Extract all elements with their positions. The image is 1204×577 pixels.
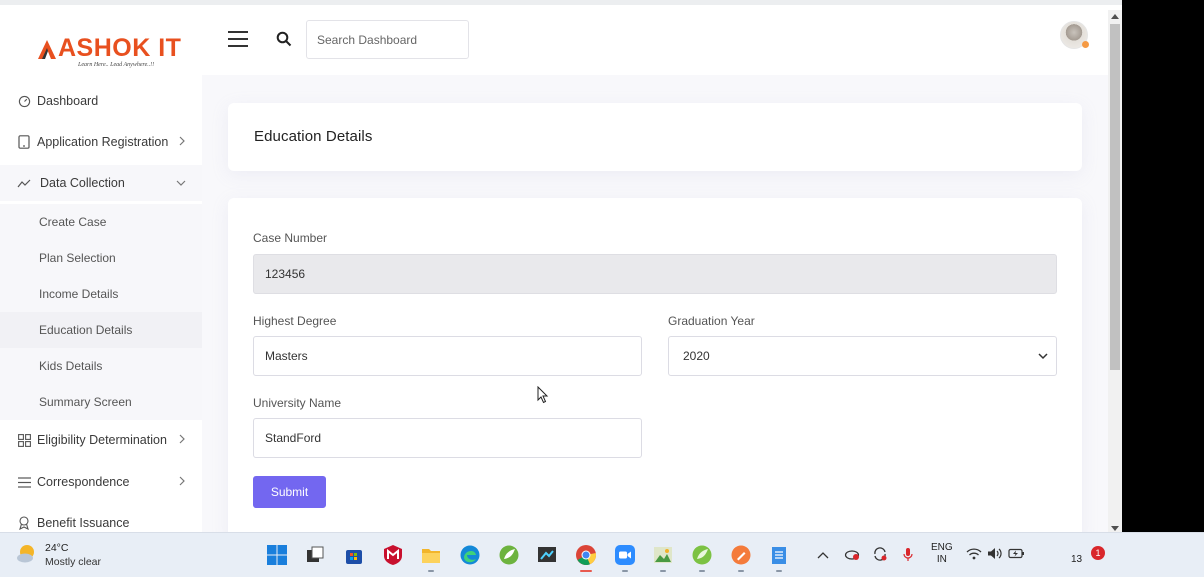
sidebar-item-label: Benefit Issuance — [37, 516, 130, 530]
paint-app-icon[interactable] — [652, 544, 674, 566]
page-title-card: Education Details — [228, 103, 1082, 171]
volume-icon[interactable] — [987, 547, 1003, 560]
award-icon — [17, 516, 31, 530]
onedrive-sync-icon[interactable] — [844, 547, 860, 561]
sidebar-subitem-kids-details[interactable]: Kids Details — [0, 348, 202, 384]
notification-badge[interactable]: 1 — [1091, 546, 1105, 560]
page-title: Education Details — [254, 128, 373, 145]
spring-tool-icon[interactable] — [498, 544, 520, 566]
highest-degree-field[interactable] — [253, 336, 642, 376]
task-view-icon[interactable] — [304, 544, 326, 566]
store-icon[interactable] — [343, 544, 365, 566]
sidebar-item-application-registration[interactable]: Application Registration — [0, 124, 202, 160]
page-scrollbar[interactable] — [1108, 10, 1122, 532]
sidebar-item-label: Application Registration — [37, 135, 169, 149]
search-icon[interactable] — [276, 31, 292, 47]
file-explorer-icon[interactable] — [420, 544, 442, 566]
case-number-field[interactable] — [253, 254, 1057, 294]
mcafee-icon[interactable] — [382, 544, 404, 566]
sidebar-item-eligibility-determination[interactable]: Eligibility Determination — [0, 422, 202, 458]
mouse-cursor-icon — [537, 386, 549, 404]
gauge-icon — [17, 94, 31, 108]
search-input[interactable] — [306, 20, 469, 59]
edge-icon[interactable] — [459, 544, 481, 566]
battery-charging-icon[interactable] — [1008, 547, 1025, 560]
scroll-up-arrow-icon[interactable] — [1111, 14, 1119, 19]
logo-mark-icon — [38, 40, 56, 59]
status-indicator — [1082, 41, 1089, 48]
chevron-down-icon — [1038, 353, 1048, 360]
sidebar-subitem-education-details[interactable]: Education Details — [0, 312, 202, 348]
highest-degree-label: Highest Degree — [253, 314, 337, 328]
submit-button[interactable]: Submit — [253, 476, 326, 508]
running-indicator — [776, 570, 782, 572]
notepad-icon[interactable] — [768, 544, 790, 566]
scrollbar-thumb[interactable] — [1110, 24, 1120, 370]
app-window: ASHOK IT Learn Here.. Lead Anywhere..!! … — [0, 0, 1122, 532]
postman-icon[interactable] — [730, 544, 752, 566]
sync-alert-icon[interactable] — [872, 547, 888, 561]
chrome-icon[interactable] — [575, 544, 597, 566]
spring-boot-icon[interactable] — [691, 544, 713, 566]
weather-description: Mostly clear — [45, 556, 102, 568]
trend-icon — [17, 176, 31, 190]
sidebar-item-correspondence[interactable]: Correspondence — [0, 464, 202, 500]
snipping-tool-icon[interactable] — [536, 544, 558, 566]
university-name-field[interactable] — [253, 418, 642, 458]
hamburger-menu-icon[interactable] — [228, 31, 248, 47]
microphone-icon[interactable] — [902, 547, 914, 562]
weather-moon-cloud-icon[interactable] — [16, 543, 38, 565]
wifi-icon[interactable] — [966, 547, 982, 560]
sidebar-item-dashboard[interactable]: Dashboard — [0, 83, 202, 119]
running-indicator — [622, 570, 628, 572]
graduation-year-label: Graduation Year — [668, 314, 755, 328]
tablet-icon — [17, 135, 31, 149]
university-name-label: University Name — [253, 396, 342, 410]
grid-icon — [17, 433, 31, 447]
sidebar-item-benefit-issuance[interactable]: Benefit Issuance — [0, 505, 202, 532]
education-form: Case Number Highest Degree Graduation Ye… — [228, 198, 1082, 532]
sidebar-item-label: Eligibility Determination — [37, 433, 167, 447]
case-number-label: Case Number — [253, 231, 328, 245]
clock-date[interactable]: 13 — [1071, 554, 1082, 565]
language-indicator[interactable]: ENG IN — [931, 542, 953, 566]
running-indicator — [699, 570, 705, 572]
menu-lines-icon — [17, 475, 31, 489]
running-indicator — [660, 570, 666, 572]
zoom-icon[interactable] — [614, 544, 636, 566]
sidebar-subitem-create-case[interactable]: Create Case — [0, 204, 202, 240]
os-taskbar: 24°C Mostly clear ENG IN 13 1 — [0, 532, 1204, 577]
tray-expand-chevron-icon[interactable] — [817, 550, 829, 560]
chevron-right-icon — [178, 433, 186, 447]
chevron-right-icon — [178, 475, 186, 489]
brand-logo[interactable]: ASHOK IT Learn Here.. Lead Anywhere..!! — [36, 33, 186, 73]
sidebar-subitem-summary-screen[interactable]: Summary Screen — [0, 384, 202, 420]
active-app-indicator — [580, 570, 592, 572]
region-code: IN — [936, 554, 947, 565]
sidebar-item-label: Dashboard — [37, 94, 99, 108]
brand-name: ASHOK IT — [58, 34, 182, 62]
graduation-year-select[interactable]: 2020 — [668, 336, 1057, 376]
sidebar-item-data-collection[interactable]: Data Collection — [0, 165, 202, 201]
sidebar-subitem-income-details[interactable]: Income Details — [0, 276, 202, 312]
sidebar: ASHOK IT Learn Here.. Lead Anywhere..!! … — [0, 5, 202, 532]
sidebar-item-label: Data Collection — [40, 176, 125, 190]
chevron-right-icon — [178, 135, 186, 149]
windows-start-icon[interactable] — [266, 544, 288, 566]
chevron-down-icon — [176, 176, 186, 190]
running-indicator — [428, 570, 434, 572]
offscreen-area — [1122, 0, 1204, 532]
scroll-down-arrow-icon[interactable] — [1111, 526, 1119, 531]
brand-tagline: Learn Here.. Lead Anywhere..!! — [78, 62, 155, 68]
top-header — [202, 5, 1122, 75]
running-indicator — [738, 570, 744, 572]
weather-temperature: 24°C — [45, 542, 69, 554]
sidebar-subitem-plan-selection[interactable]: Plan Selection — [0, 240, 202, 276]
sidebar-item-label: Correspondence — [37, 475, 130, 489]
graduation-year-value: 2020 — [683, 349, 710, 363]
language-code: ENG — [931, 542, 953, 553]
